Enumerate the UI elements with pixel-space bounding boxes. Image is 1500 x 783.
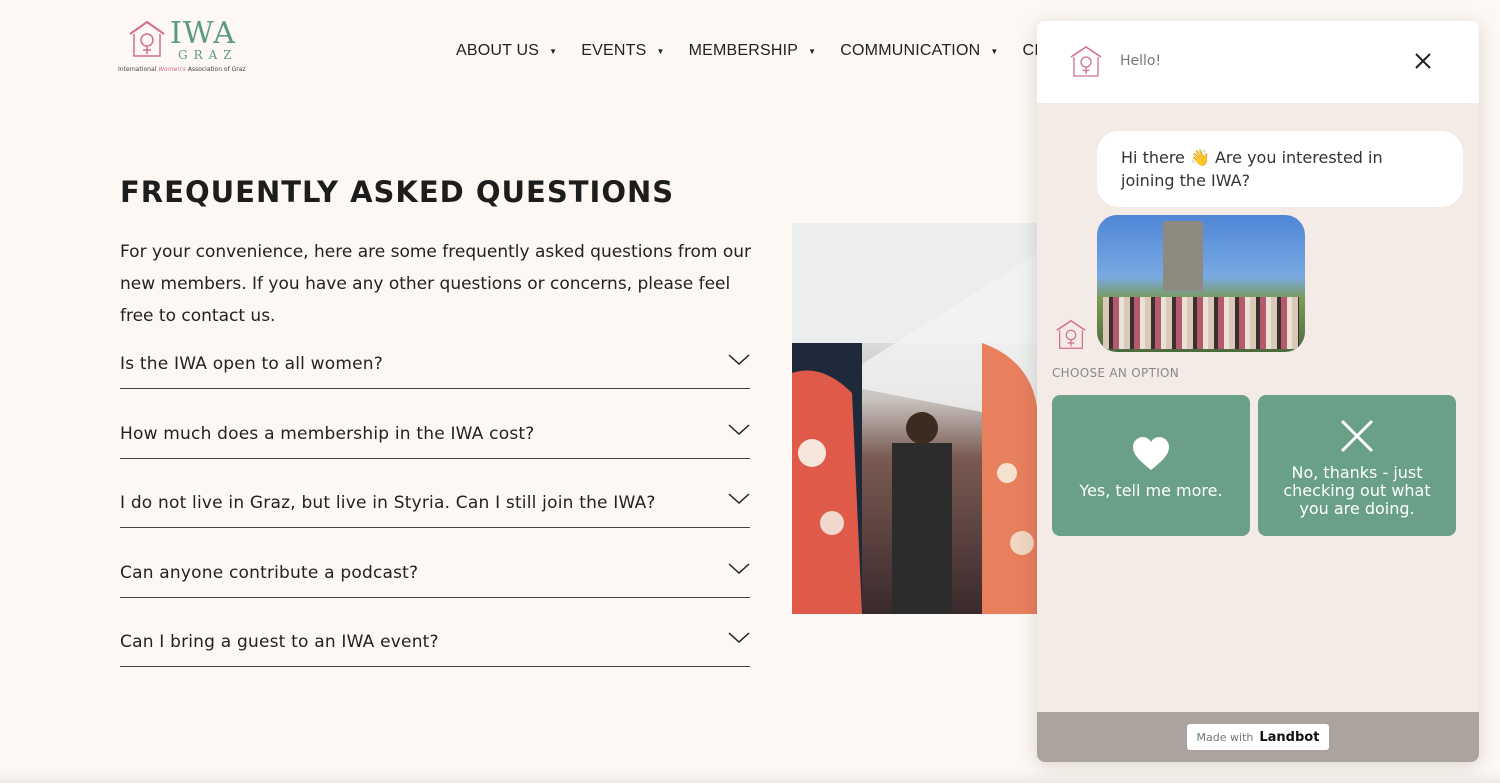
close-icon [1340,419,1374,453]
option-no-button[interactable]: No, thanks - just checking out what you … [1258,395,1456,536]
made-with-landbot-link[interactable]: Made with Landbot [1187,724,1329,750]
faq-question: I do not live in Graz, but live in Styri… [120,493,656,513]
chat-greeting: Hello! [1120,53,1162,69]
logo-mark-icon [129,20,165,57]
nav-label: MEMBERSHIP [688,42,799,59]
made-with-label: Made with [1196,730,1254,744]
faq-question: How much does a membership in the IWA co… [120,423,535,444]
page-title: FREQUENTLY ASKED QUESTIONS [120,175,675,209]
chevron-down-icon [728,562,750,574]
close-icon[interactable] [1411,49,1435,73]
faq-question: Is the IWA open to all women? [120,354,383,374]
logo-sub: GRAZ [178,48,238,62]
chat-footer: Made with Landbot [1037,712,1479,762]
option-yes-button[interactable]: Yes, tell me more. [1052,395,1250,536]
bottom-shade [0,770,1500,783]
chat-image-group-photo[interactable] [1097,215,1305,352]
nav-item-membership[interactable]: MEMBERSHIP ▼ [689,42,817,60]
chat-message-bubble: Hi there 👋 Are you interested in joining… [1097,131,1463,207]
nav-item-about-us[interactable]: ABOUT US ▼ [456,42,557,60]
chevron-down-icon [728,493,750,505]
caret-down-icon: ▼ [656,46,665,56]
landbot-brand: Landbot [1259,729,1320,745]
bot-avatar-icon [1070,46,1102,77]
group-of-people [1103,297,1299,349]
option-label: Yes, tell me more. [1079,481,1223,500]
faq-item[interactable]: Can I bring a guest to an IWA event? [120,598,750,667]
nav-item-communication[interactable]: COMMUNICATION ▼ [840,42,998,60]
nav-label: EVENTS [581,42,647,59]
option-label: No, thanks - just checking out what you … [1283,463,1431,518]
faq-question: Can I bring a guest to an IWA event? [120,632,439,652]
faq-question: Can anyone contribute a podcast? [120,562,419,583]
site-logo[interactable]: IWA GRAZ International Women's Associati… [118,18,258,76]
bot-avatar-icon [1056,319,1086,349]
logo-brand: IWA [170,16,236,51]
choose-option-label: CHOOSE AN OPTION [1052,366,1180,380]
faq-item[interactable]: Is the IWA open to all women? [120,338,750,389]
nav-item-events[interactable]: EVENTS ▼ [581,42,664,60]
chevron-down-icon [728,423,750,435]
event-photo-illustration [792,223,1038,614]
event-photo [792,223,1038,614]
chevron-down-icon [728,354,750,366]
clock-tower [1163,221,1203,291]
heart-icon [1133,437,1169,470]
chevron-down-icon [728,632,750,644]
faq-item[interactable]: Can anyone contribute a podcast? [120,528,750,598]
caret-down-icon: ▼ [549,46,558,56]
faq-item[interactable]: I do not live in Graz, but live in Styri… [120,459,750,528]
chat-widget: Hello! Hi there 👋 Are you interested in … [1037,21,1479,762]
nav-label: ABOUT US [456,42,540,59]
caret-down-icon: ▼ [990,46,999,56]
caret-down-icon: ▼ [808,46,817,56]
faq-item[interactable]: How much does a membership in the IWA co… [120,389,750,459]
faq-intro: For your convenience, here are some freq… [120,242,751,326]
nav-label: COMMUNICATION [840,42,981,59]
main-nav: ABOUT US ▼ EVENTS ▼ MEMBERSHIP ▼ COMMUNI… [456,42,1063,60]
logo-tagline: International Women's Association of Gra… [118,66,246,73]
chat-header: Hello! [1037,21,1479,103]
faq-accordion: Is the IWA open to all women? How much d… [120,338,750,667]
